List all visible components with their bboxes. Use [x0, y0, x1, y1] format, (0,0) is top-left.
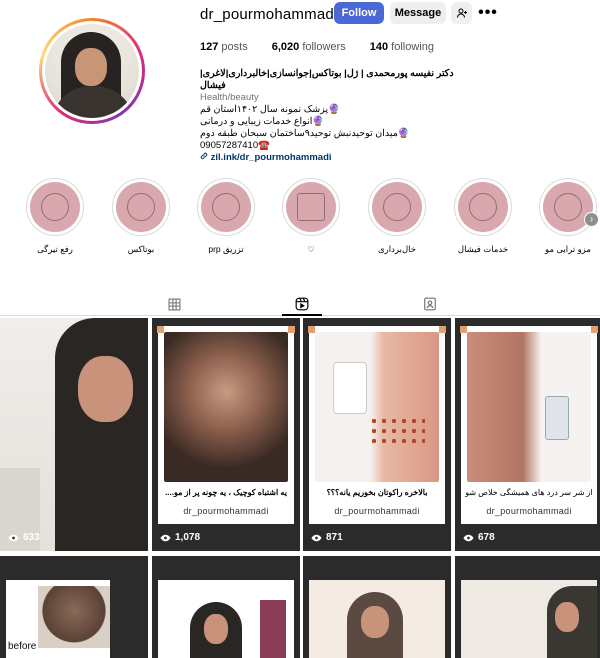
reel-tile[interactable]: یه اشتباه کوچیک ، یه چونه پر از مو.... d…: [152, 318, 300, 551]
reel-handle: dr_pourmohammadi: [334, 506, 420, 516]
posts-stat: 127 posts: [200, 41, 248, 53]
reel-thumbnail: [164, 332, 288, 482]
bio-line: 🔮پزشک نمونه سال ۱۴۰۲استان قم: [200, 104, 340, 115]
before-label: before: [8, 641, 37, 652]
reel-tile[interactable]: [152, 556, 300, 658]
follow-button[interactable]: Follow: [334, 2, 384, 24]
pill-bottle-icon: [333, 362, 367, 414]
reel-tile[interactable]: [303, 556, 451, 658]
eye-icon: [311, 534, 322, 541]
highlight-label: رفع تیرگی: [37, 244, 73, 254]
message-button[interactable]: Message: [390, 2, 446, 24]
highlight-label: ♡: [307, 244, 315, 254]
reel-handle: dr_pourmohammadi: [486, 506, 572, 516]
eye-icon: [160, 534, 171, 541]
reel-caption: یه اشتباه کوچیک ، یه چونه پر از مو....: [165, 488, 287, 497]
highlight-item[interactable]: خدمات فیشال: [443, 178, 523, 255]
instagram-profile-page: dr_pourmohammadi Follow Message ••• 127 …: [0, 0, 600, 658]
tab-posts[interactable]: [166, 296, 182, 312]
highlight-item[interactable]: خال‌برداری: [357, 178, 437, 255]
reel-caption: از شر سر درد های همیشگی خلاص شو: [465, 488, 593, 497]
reel-tile[interactable]: before: [0, 556, 148, 658]
grid-icon: [168, 298, 180, 310]
reel-tile[interactable]: 633: [0, 318, 148, 551]
reel-caption: بالاخره راکوتان بخوریم یانه؟؟؟: [326, 488, 428, 497]
bio-phone: 09057287410☎️: [200, 140, 270, 151]
highlight-item[interactable]: رفع تیرگی: [15, 178, 95, 255]
suggested-users-button[interactable]: [451, 2, 472, 24]
active-tab-indicator: [282, 314, 322, 316]
highlight-label: بوتاکس: [127, 244, 155, 254]
eye-icon: [463, 534, 474, 541]
face-doodle-icon: [383, 193, 411, 221]
clipboard-doodle-icon: [297, 193, 325, 221]
highlight-label: مزو ترایی مو: [545, 244, 591, 254]
more-options-icon[interactable]: •••: [478, 2, 498, 24]
reel-thumbnail: [38, 586, 110, 648]
profile-stats: 127 posts 6,020 followers 140 following: [200, 41, 458, 53]
bio-line: 🔮انواع خدمات زیبایی و درمانی: [200, 116, 325, 127]
followers-stat[interactable]: 6,020 followers: [272, 41, 346, 53]
bio-category: Health/beauty: [200, 92, 259, 103]
view-count: 678: [463, 532, 495, 543]
reels-icon: [295, 297, 309, 311]
tab-tagged[interactable]: [422, 296, 438, 312]
reels-grid: 633 یه اشتباه کوچیک ، یه چونه پر از مو..…: [0, 318, 600, 658]
tagged-icon: [424, 297, 436, 311]
reel-handle: dr_pourmohammadi: [183, 506, 269, 516]
face-doodle-icon: [41, 193, 69, 221]
bio-name: دکتر نفیسه پورمحمدی | ژل| بوتاکس|جوانساز…: [200, 68, 454, 91]
highlights-next-arrow-icon[interactable]: ›: [584, 212, 599, 227]
reel-tile[interactable]: بالاخره راکوتان بخوریم یانه؟؟؟ dr_pourmo…: [303, 318, 451, 551]
highlight-label: تزریق prp: [208, 244, 244, 254]
avatar-photo: [45, 24, 139, 118]
following-stat[interactable]: 140 following: [370, 41, 434, 53]
face-doodle-icon: [554, 193, 582, 221]
highlight-item[interactable]: بوتاکس: [101, 178, 181, 255]
highlight-item[interactable]: ♡: [271, 178, 351, 255]
view-count: 1,078: [160, 532, 200, 543]
eye-icon: [8, 534, 19, 541]
botox-vial-icon: [545, 396, 569, 440]
highlight-item[interactable]: تزریق prp: [186, 178, 266, 255]
view-count: 871: [311, 532, 343, 543]
bio-link[interactable]: zil.ink/dr_pourmohammadi: [200, 152, 470, 164]
face-doodle-icon: [127, 193, 155, 221]
reel-tile[interactable]: [455, 556, 600, 658]
bio-line: 🔮میدان توحیدنبش توحید۹ساختمان سبحان طبقه…: [200, 128, 410, 139]
profile-bio: دکتر نفیسه پورمحمدی | ژل| بوتاکس|جوانساز…: [200, 68, 470, 164]
face-doodle-icon: [469, 193, 497, 221]
highlight-label: خدمات فیشال: [457, 244, 509, 254]
story-highlights: رفع تیرگی بوتاکس تزریق prp ♡ خال‌برداری …: [0, 178, 600, 258]
profile-avatar[interactable]: [39, 18, 145, 124]
profile-username: dr_pourmohammadi: [200, 6, 338, 23]
view-count: 633: [8, 532, 40, 543]
link-icon: [200, 152, 208, 160]
highlight-label: خال‌برداری: [378, 244, 416, 254]
reel-thumbnail: [467, 332, 591, 482]
add-person-icon: [456, 8, 467, 18]
reel-tile[interactable]: از شر سر درد های همیشگی خلاص شو dr_pourm…: [455, 318, 600, 551]
pills-icon: [369, 416, 425, 446]
tab-reels[interactable]: [294, 296, 310, 312]
face-doodle-icon: [212, 193, 240, 221]
